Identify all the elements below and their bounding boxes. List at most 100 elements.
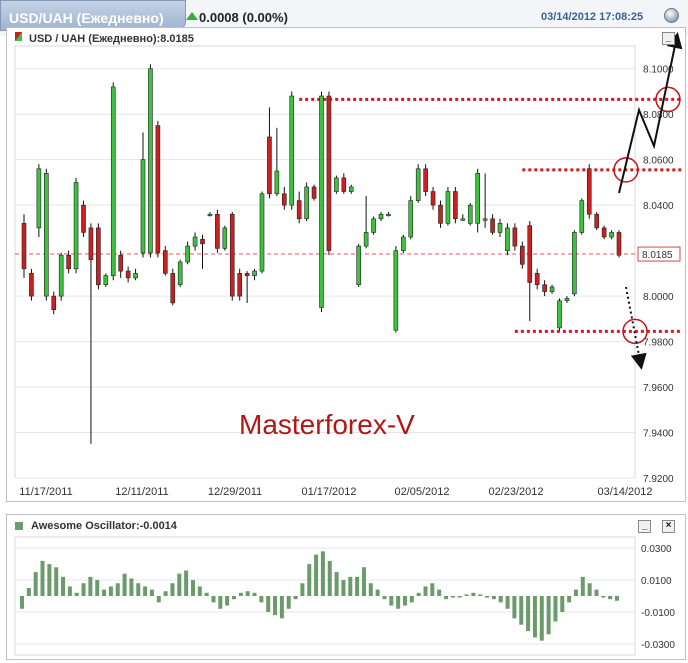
osc-bar — [505, 596, 510, 609]
osc-bar — [273, 596, 278, 616]
osc-bar — [567, 596, 572, 603]
candle-body — [58, 254, 64, 297]
candle-body — [542, 284, 547, 292]
candle-body — [430, 191, 436, 206]
candle-body — [282, 193, 287, 206]
osc-bar — [67, 586, 72, 596]
candle-body — [371, 218, 376, 233]
candle-body — [601, 227, 607, 238]
osc-bar — [54, 567, 59, 596]
candle-body — [609, 232, 614, 238]
candle-body — [148, 68, 153, 254]
candle-body — [96, 227, 101, 286]
osc-bar — [348, 576, 353, 596]
osc-y-tick-label: 0.0100 — [641, 576, 672, 587]
osc-bar — [197, 586, 202, 596]
osc-bar — [190, 580, 195, 596]
timestamp: 03/14/2012 17:08:25 — [541, 11, 644, 23]
candle-body — [44, 173, 49, 297]
candle-body — [133, 273, 138, 279]
osc-bar — [437, 589, 442, 596]
osc-bar — [108, 586, 113, 596]
osc-bar — [259, 596, 264, 603]
osc-bar — [129, 578, 134, 596]
oscillator-minimize-button[interactable]: _ — [638, 520, 651, 533]
candle-body — [222, 227, 228, 249]
osc-bar — [560, 596, 565, 612]
up-arrow-icon — [186, 12, 198, 20]
candle-body — [267, 136, 272, 195]
forecast-down-arrow — [625, 286, 647, 370]
candle-body — [73, 182, 79, 270]
current-price-label: 8.0185 — [642, 250, 673, 261]
candle-body — [200, 238, 205, 245]
oscillator-close-button[interactable]: × — [662, 520, 675, 533]
y-tick-label: 8.0000 — [643, 292, 674, 303]
candle-body — [378, 213, 384, 220]
candle-body — [534, 273, 540, 286]
osc-bar — [143, 586, 148, 596]
osc-bar — [389, 596, 394, 606]
osc-bar — [177, 573, 182, 596]
osc-bar — [375, 589, 380, 596]
osc-bar — [334, 572, 339, 596]
candle-body — [118, 254, 123, 272]
osc-bar — [47, 564, 52, 596]
candle-body — [177, 261, 183, 286]
candle-body — [311, 186, 317, 199]
osc-bar — [416, 592, 421, 596]
osc-bar — [601, 596, 606, 598]
y-tick-label: 8.0600 — [643, 156, 674, 167]
candle-body — [274, 170, 280, 195]
osc-bar — [307, 564, 312, 596]
osc-bar — [136, 583, 141, 596]
osc-bar — [33, 572, 38, 596]
candle-body — [512, 227, 518, 247]
candle-body — [341, 177, 347, 192]
candle-body — [393, 250, 399, 331]
osc-bar — [430, 583, 435, 596]
minimize-button[interactable]: _ — [662, 32, 675, 45]
candle-body — [594, 213, 599, 229]
candle-body — [572, 232, 577, 295]
osc-y-tick-label: -0.0100 — [641, 608, 675, 619]
candle-body — [475, 173, 480, 224]
candle-body — [103, 275, 109, 286]
osc-bar — [450, 596, 455, 598]
osc-bar — [368, 583, 373, 596]
osc-bar — [327, 560, 332, 596]
candle-body — [289, 95, 295, 206]
candle-body — [51, 295, 57, 311]
candle-body — [356, 245, 361, 286]
osc-bar — [361, 567, 366, 596]
oscillator-panel: 0.0300 0.0100 -0.0100 -0.0300 Awesome Oscil… — [6, 514, 686, 660]
osc-bar — [498, 596, 503, 603]
watermark: Masterforex-V — [239, 409, 415, 440]
candle-body — [460, 218, 466, 221]
candle-body — [445, 191, 451, 224]
osc-bar — [396, 596, 401, 609]
osc-bar — [163, 591, 168, 596]
osc-bar — [149, 589, 154, 596]
candle-body — [215, 213, 220, 249]
osc-bar — [457, 596, 462, 598]
globe-icon[interactable] — [664, 8, 679, 23]
osc-bar — [341, 580, 346, 596]
osc-bar — [266, 596, 271, 612]
x-tick-label: 12/29/2011 — [208, 486, 262, 498]
candle-body — [423, 168, 428, 192]
candle-body — [259, 193, 265, 272]
osc-bar — [526, 596, 531, 632]
candle-body — [348, 186, 354, 192]
osc-bar — [211, 596, 216, 603]
osc-bar — [245, 591, 250, 596]
candle-body — [88, 227, 94, 261]
osc-bar — [444, 596, 449, 600]
osc-bar — [115, 583, 120, 596]
x-tick-label: 02/23/2012 — [488, 486, 543, 498]
osc-y-tick-label: 0.0300 — [641, 544, 672, 555]
candle-body — [363, 232, 369, 247]
osc-bar — [519, 596, 524, 625]
candle-body — [252, 270, 257, 276]
y-tick-label: 7.9200 — [643, 474, 674, 485]
